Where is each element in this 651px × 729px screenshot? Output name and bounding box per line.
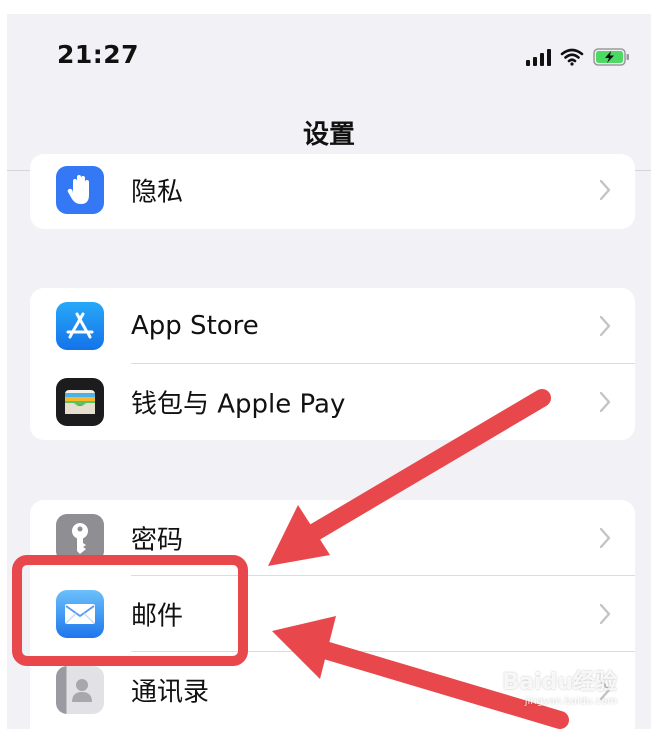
settings-group-store: App Store 钱包与 Apple Pay bbox=[30, 288, 635, 440]
page-title: 设置 bbox=[302, 120, 355, 150]
settings-group-privacy: 隐私 bbox=[30, 154, 635, 229]
settings-row-passwords[interactable]: 密码 bbox=[30, 500, 635, 576]
chevron-right-icon bbox=[599, 527, 611, 549]
settings-row-wallet[interactable]: 钱包与 Apple Pay bbox=[30, 364, 635, 440]
wifi-icon bbox=[560, 48, 584, 66]
cellular-signal-icon bbox=[526, 48, 551, 66]
app-store-icon bbox=[56, 302, 104, 350]
chevron-right-icon bbox=[599, 603, 611, 625]
status-time: 21:27 bbox=[57, 40, 140, 69]
battery-charging-icon bbox=[593, 48, 629, 66]
status-icons bbox=[526, 44, 631, 70]
chevron-right-icon bbox=[599, 179, 611, 201]
settings-row-label: 通讯录 bbox=[131, 677, 210, 708]
settings-row-label: 邮件 bbox=[131, 601, 184, 632]
hand-icon bbox=[56, 166, 104, 214]
settings-row-label: 钱包与 Apple Pay bbox=[131, 389, 346, 420]
status-bar: 21:27 bbox=[7, 14, 651, 104]
baidu-watermark: Baidu经验 jingyan.baidu.com bbox=[502, 664, 617, 707]
watermark-subtext: jingyan.baidu.com bbox=[524, 696, 617, 707]
settings-screen: 21:27 设置 隐私 App Store 钱包与 Apple Pay 密码 邮… bbox=[7, 14, 651, 729]
settings-row-label: App Store bbox=[131, 311, 259, 341]
mail-icon bbox=[56, 590, 104, 638]
chevron-right-icon bbox=[599, 315, 611, 337]
settings-row-label: 密码 bbox=[131, 525, 184, 556]
settings-row-mail[interactable]: 邮件 bbox=[30, 576, 635, 652]
contacts-icon bbox=[56, 666, 104, 714]
settings-row-label: 隐私 bbox=[131, 177, 184, 208]
settings-row-privacy[interactable]: 隐私 bbox=[30, 154, 635, 228]
watermark-text: Baidu经验 bbox=[502, 670, 617, 695]
key-icon bbox=[56, 514, 104, 562]
wallet-icon bbox=[56, 378, 104, 426]
settings-row-app-store[interactable]: App Store bbox=[30, 288, 635, 364]
chevron-right-icon bbox=[599, 391, 611, 413]
